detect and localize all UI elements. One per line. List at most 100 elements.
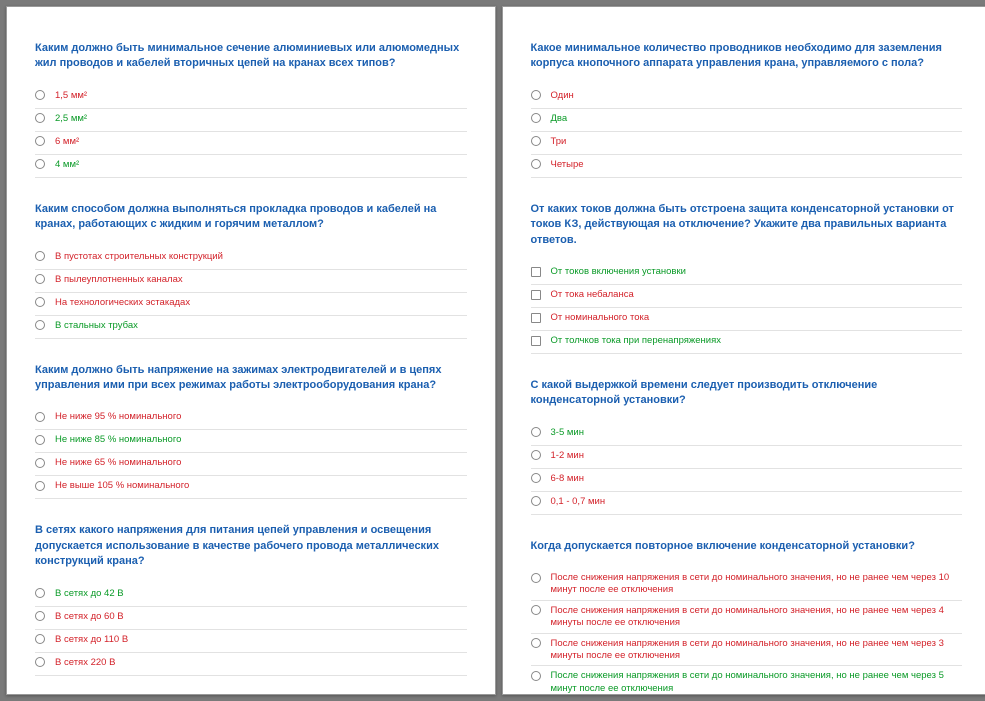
option-text: Три xyxy=(551,135,963,148)
question-title: От каких токов должна быть отстроена защ… xyxy=(531,200,963,252)
option-row[interactable]: После снижения напряжения в сети до номи… xyxy=(531,601,963,634)
question-block: Какое минимальное количество проводников… xyxy=(531,39,963,178)
option-row[interactable]: В пустотах строительных конструкций xyxy=(35,247,467,270)
question-block: Каким должно быть напряжение на зажимах … xyxy=(35,361,467,500)
option-row[interactable]: 6 мм² xyxy=(35,132,467,155)
radio-icon[interactable] xyxy=(531,427,541,437)
option-row[interactable]: В сетях до 110 В xyxy=(35,630,467,653)
option-row[interactable]: В пылеуплотненных каналах xyxy=(35,270,467,293)
option-row[interactable]: В сетях до 60 В xyxy=(35,607,467,630)
radio-icon[interactable] xyxy=(35,90,45,100)
option-row[interactable]: Три xyxy=(531,132,963,155)
option-text: 1,5 мм² xyxy=(55,89,467,102)
option-row[interactable]: Четыре xyxy=(531,155,963,178)
checkbox-icon[interactable] xyxy=(531,313,541,323)
option-text: В сетях 220 В xyxy=(55,656,467,669)
option-row[interactable]: 0,1 - 0,7 мин xyxy=(531,492,963,515)
option-row[interactable]: После снижения напряжения в сети до номи… xyxy=(531,634,963,667)
option-row[interactable]: 3-5 мин xyxy=(531,423,963,446)
option-text: После снижения напряжения в сети до номи… xyxy=(551,604,963,630)
radio-icon[interactable] xyxy=(531,450,541,460)
radio-icon[interactable] xyxy=(35,297,45,307)
radio-icon[interactable] xyxy=(35,136,45,146)
option-row[interactable]: Два xyxy=(531,109,963,132)
radio-icon[interactable] xyxy=(531,90,541,100)
radio-icon[interactable] xyxy=(531,638,541,648)
radio-icon[interactable] xyxy=(531,671,541,681)
radio-icon[interactable] xyxy=(35,611,45,621)
option-row[interactable]: 1,5 мм² xyxy=(35,86,467,109)
question-block: Каким должно быть минимальное сечение ал… xyxy=(35,39,467,178)
question-block: От каких токов должна быть отстроена защ… xyxy=(531,200,963,354)
option-text: На технологических эстакадах xyxy=(55,296,467,309)
option-row[interactable]: 4 мм² xyxy=(35,155,467,178)
question-block: В сетях какого напряжения для питания це… xyxy=(35,521,467,675)
option-row[interactable]: После снижения напряжения в сети до номи… xyxy=(531,666,963,695)
checkbox-icon[interactable] xyxy=(531,336,541,346)
radio-icon[interactable] xyxy=(531,496,541,506)
option-row[interactable]: От номинального тока xyxy=(531,308,963,331)
question-title: С какой выдержкой времени следует произв… xyxy=(531,376,963,413)
question-title: Каким способом должна выполняться прокла… xyxy=(35,200,467,237)
option-text: После снижения напряжения в сети до номи… xyxy=(551,669,963,695)
question-title: Каким должно быть минимальное сечение ал… xyxy=(35,39,467,76)
option-row[interactable]: От токов включения установки xyxy=(531,262,963,285)
option-row[interactable]: На технологических эстакадах xyxy=(35,293,467,316)
checkbox-icon[interactable] xyxy=(531,290,541,300)
radio-icon[interactable] xyxy=(35,251,45,261)
option-row[interactable]: После снижения напряжения в сети до номи… xyxy=(531,568,963,601)
option-text: 3-5 мин xyxy=(551,426,963,439)
question-title: Какое минимальное количество проводников… xyxy=(531,39,963,76)
radio-icon[interactable] xyxy=(531,605,541,615)
option-text: 0,1 - 0,7 мин xyxy=(551,495,963,508)
radio-icon[interactable] xyxy=(531,473,541,483)
radio-icon[interactable] xyxy=(35,159,45,169)
option-row[interactable]: 1-2 мин xyxy=(531,446,963,469)
radio-icon[interactable] xyxy=(531,113,541,123)
checkbox-icon[interactable] xyxy=(531,267,541,277)
radio-icon[interactable] xyxy=(35,412,45,422)
option-row[interactable]: 6-8 мин xyxy=(531,469,963,492)
option-row[interactable]: Один xyxy=(531,86,963,109)
question-block: Когда допускается повторное включение ко… xyxy=(531,537,963,695)
radio-icon[interactable] xyxy=(531,136,541,146)
option-text: Один xyxy=(551,89,963,102)
option-text: 4 мм² xyxy=(55,158,467,171)
option-text: Два xyxy=(551,112,963,125)
option-text: От толчков тока при перенапряжениях xyxy=(551,334,963,347)
page-right: Какое минимальное количество проводников… xyxy=(502,6,985,695)
radio-icon[interactable] xyxy=(35,113,45,123)
option-text: После снижения напряжения в сети до номи… xyxy=(551,571,963,597)
option-row[interactable]: Не ниже 65 % номинального xyxy=(35,453,467,476)
option-text: После снижения напряжения в сети до номи… xyxy=(551,637,963,663)
option-text: В пустотах строительных конструкций xyxy=(55,250,467,263)
radio-icon[interactable] xyxy=(35,458,45,468)
radio-icon[interactable] xyxy=(35,657,45,667)
option-row[interactable]: От тока небаланса xyxy=(531,285,963,308)
option-text: Не ниже 65 % номинального xyxy=(55,456,467,469)
radio-icon[interactable] xyxy=(35,481,45,491)
option-row[interactable]: В сетях 220 В xyxy=(35,653,467,676)
page-left: Каким должно быть минимальное сечение ал… xyxy=(6,6,496,695)
option-text: От токов включения установки xyxy=(551,265,963,278)
option-text: В стальных трубах xyxy=(55,319,467,332)
radio-icon[interactable] xyxy=(35,588,45,598)
question-block: Каким способом должна выполняться прокла… xyxy=(35,200,467,339)
radio-icon[interactable] xyxy=(35,320,45,330)
option-text: 2,5 мм² xyxy=(55,112,467,125)
radio-icon[interactable] xyxy=(35,274,45,284)
radio-icon[interactable] xyxy=(35,634,45,644)
option-row[interactable]: В стальных трубах xyxy=(35,316,467,339)
option-row[interactable]: Не ниже 95 % номинального xyxy=(35,407,467,430)
option-row[interactable]: Не выше 105 % номинального xyxy=(35,476,467,499)
option-row[interactable]: В сетях до 42 В xyxy=(35,584,467,607)
option-text: В пылеуплотненных каналах xyxy=(55,273,467,286)
option-text: Четыре xyxy=(551,158,963,171)
option-row[interactable]: От толчков тока при перенапряжениях xyxy=(531,331,963,354)
radio-icon[interactable] xyxy=(531,573,541,583)
option-row[interactable]: 2,5 мм² xyxy=(35,109,467,132)
option-text: Не выше 105 % номинального xyxy=(55,479,467,492)
radio-icon[interactable] xyxy=(35,435,45,445)
radio-icon[interactable] xyxy=(531,159,541,169)
option-row[interactable]: Не ниже 85 % номинального xyxy=(35,430,467,453)
